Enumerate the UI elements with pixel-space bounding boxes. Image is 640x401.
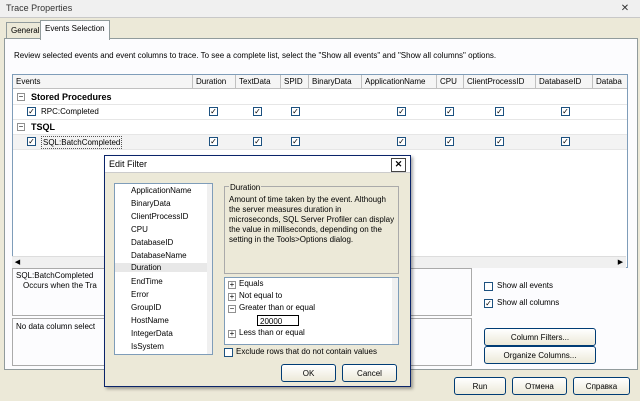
window-title: Trace Properties [6,3,73,13]
column-header-cpu[interactable]: CPU [437,75,464,89]
help-button[interactable]: Справка [573,377,630,395]
collapse-icon[interactable]: − [17,123,25,131]
exclude-rows-label: Exclude rows that do not contain values [236,347,377,356]
list-item[interactable]: EndTime [131,277,163,286]
title-bar: Trace Properties ✕ [0,0,640,18]
column-header-textdata[interactable]: TextData [236,75,281,89]
column-list[interactable]: ApplicationName BinaryData ClientProcess… [114,183,213,355]
list-item[interactable]: BinaryData [131,199,171,208]
cell-checkbox[interactable]: ✓ [397,137,406,146]
group-title: Duration [229,183,262,192]
close-icon[interactable]: ✕ [391,158,406,172]
organize-columns-button[interactable]: Organize Columns... [484,346,596,364]
expand-icon[interactable]: + [228,293,236,301]
list-item-selected[interactable]: Duration [115,263,207,272]
column-header-applicationname[interactable]: ApplicationName [362,75,437,89]
list-item[interactable]: ClientProcessID [131,212,188,221]
event-label: SQL:BatchCompleted [41,136,123,149]
event-info-description: Occurs when the Tra [23,281,97,290]
cell-checkbox[interactable]: ✓ [561,107,570,116]
tree-item[interactable]: Less than or equal [239,328,305,337]
edit-filter-dialog: Edit Filter ✕ ApplicationName BinaryData… [104,155,411,387]
operator-tree[interactable]: + Equals + Not equal to − Greater than o… [224,277,399,345]
column-header-databasename[interactable]: Databa [593,75,627,89]
tree-item[interactable]: Not equal to [239,291,282,300]
dialog-cancel-button[interactable]: Cancel [342,364,397,382]
column-header-clientprocessid[interactable]: ClientProcessID [464,75,536,89]
column-header-events[interactable]: Events [13,75,193,89]
list-item[interactable]: HostName [131,316,169,325]
collapse-icon[interactable]: − [228,305,236,313]
run-button[interactable]: Run [454,377,506,395]
column-filters-button[interactable]: Column Filters... [484,328,596,346]
cancel-button[interactable]: Отмена [512,377,567,395]
cell-checkbox[interactable]: ✓ [209,137,218,146]
cell-checkbox[interactable]: ✓ [397,107,406,116]
list-item[interactable]: CPU [131,225,148,234]
collapse-icon[interactable]: − [17,93,25,101]
event-label: RPC:Completed [41,107,99,116]
scroll-left-icon[interactable]: ◀ [12,257,23,268]
dialog-title: Edit Filter [109,159,148,169]
instructions-text: Review selected events and event columns… [14,51,497,60]
tab-general[interactable]: General [6,22,45,39]
column-info-text: No data column select [16,322,96,331]
dialog-title-bar: Edit Filter ✕ [105,156,410,173]
list-item[interactable]: DatabaseName [131,251,187,260]
cell-checkbox[interactable]: ✓ [253,137,262,146]
list-item[interactable]: GroupID [131,303,161,312]
event-checkbox[interactable]: ✓ [27,107,36,116]
cell-checkbox[interactable]: ✓ [445,137,454,146]
expand-icon[interactable]: + [228,330,236,338]
exclude-rows-checkbox[interactable] [224,348,233,357]
column-description: Amount of time taken by the event. Altho… [229,195,395,244]
column-header-spid[interactable]: SPID [281,75,309,89]
column-header-databaseid[interactable]: DatabaseID [536,75,593,89]
cell-checkbox[interactable]: ✓ [291,137,300,146]
category-label: Stored Procedures [31,92,112,102]
cell-checkbox[interactable]: ✓ [561,137,570,146]
close-icon[interactable]: ✕ [618,2,632,15]
list-item[interactable]: IntegerData [131,329,173,338]
tab-events-selection[interactable]: Events Selection [40,20,110,40]
list-item[interactable]: ApplicationName [131,186,191,195]
category-row: − TSQL [13,120,627,135]
scroll-right-icon[interactable]: ▶ [615,257,626,268]
show-all-events-label: Show all events [497,281,554,290]
category-label: TSQL [31,122,55,132]
cell-checkbox[interactable]: ✓ [209,107,218,116]
show-all-events-checkbox[interactable] [484,282,493,291]
cell-checkbox[interactable]: ✓ [495,137,504,146]
tree-item[interactable]: Greater than or equal [239,303,315,312]
cell-checkbox[interactable]: ✓ [495,107,504,116]
ok-button[interactable]: OK [281,364,336,382]
filter-value-input[interactable]: 20000 [257,315,299,326]
vertical-scrollbar[interactable] [392,278,398,344]
show-all-columns-checkbox[interactable]: ✓ [484,299,493,308]
expand-icon[interactable]: + [228,281,236,289]
event-checkbox[interactable]: ✓ [27,137,36,146]
event-info-title: SQL:BatchCompleted [16,271,94,280]
event-row[interactable]: ✓ RPC:Completed ✓ ✓ ✓ ✓ ✓ ✓ ✓ [13,105,627,120]
show-all-columns-label: Show all columns [497,298,560,307]
cell-checkbox[interactable]: ✓ [291,107,300,116]
event-row[interactable]: ✓ SQL:BatchCompleted ✓ ✓ ✓ ✓ ✓ ✓ ✓ [13,135,627,150]
vertical-scrollbar[interactable] [207,184,212,354]
column-header-duration[interactable]: Duration [193,75,236,89]
list-item[interactable]: IsSystem [131,342,164,351]
category-row: − Stored Procedures [13,90,627,105]
tree-item[interactable]: Equals [239,279,263,288]
list-item[interactable]: DatabaseID [131,238,173,247]
cell-checkbox[interactable]: ✓ [253,107,262,116]
column-header-binarydata[interactable]: BinaryData [309,75,362,89]
list-item[interactable]: Error [131,290,149,299]
cell-checkbox[interactable]: ✓ [445,107,454,116]
